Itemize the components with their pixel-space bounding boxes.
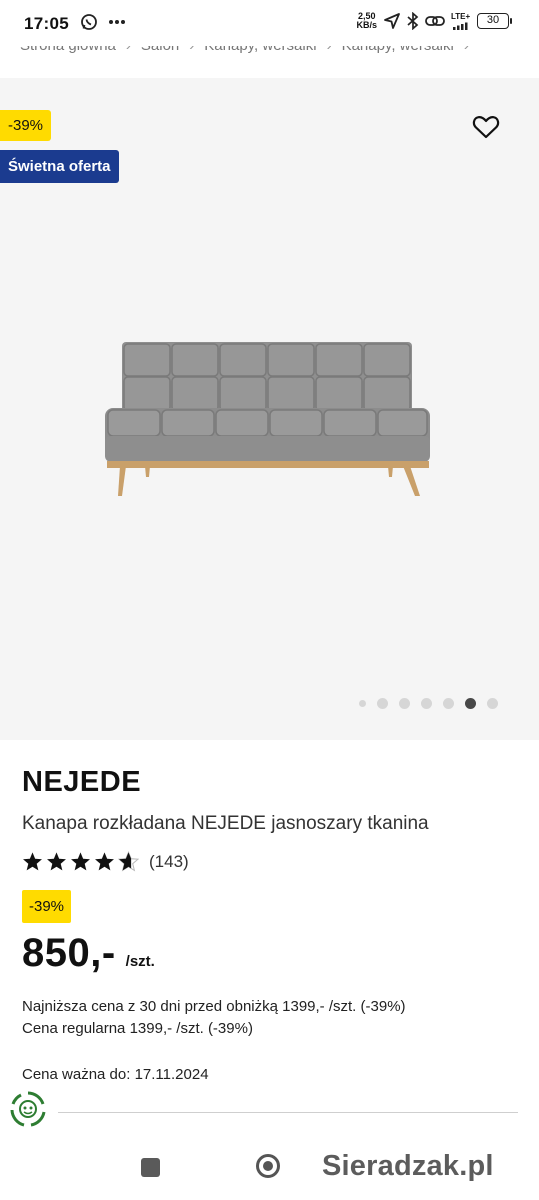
price-unit: /szt. — [125, 953, 155, 970]
watermark: Sieradzak.pl — [322, 1150, 494, 1182]
status-time: 17:05 — [24, 14, 69, 33]
recycle-eco-icon — [10, 1091, 46, 1127]
net-speed-unit: KB/s — [356, 20, 377, 30]
pagination-dot[interactable] — [443, 698, 454, 709]
location-arrow-icon — [384, 13, 400, 29]
pagination-dot[interactable] — [359, 700, 366, 707]
bluetooth-icon — [407, 12, 419, 30]
rating-stars — [22, 851, 139, 872]
product-brand: NEJEDE — [22, 766, 142, 798]
battery-icon: 30 — [477, 13, 512, 29]
recent-apps-button[interactable] — [141, 1158, 160, 1177]
offer-badge: Świetna oferta — [0, 150, 119, 183]
pagination-dot[interactable] — [421, 698, 432, 709]
home-button[interactable] — [256, 1154, 280, 1178]
status-bar: 17:05 2,50 KB/s LTE+ 30 — [0, 0, 539, 46]
star-icon — [47, 852, 66, 871]
price-discount-badge: -39% — [22, 890, 72, 923]
status-right-icons: 2,50 KB/s LTE+ 30 — [356, 12, 512, 30]
more-dots-icon — [109, 20, 125, 24]
heart-icon[interactable] — [472, 114, 500, 140]
star-partial-icon — [118, 851, 139, 872]
product-price: 850,- — [22, 931, 116, 975]
system-nav-bar: Sieradzak.pl — [0, 1130, 539, 1200]
divider — [58, 1112, 518, 1113]
lowest-price-note: Najniższa cena z 30 dni przed obniżką 13… — [22, 998, 406, 1015]
link-icon — [425, 16, 445, 26]
price-row: 850,- /szt. — [22, 931, 522, 976]
gallery-pagination[interactable] — [359, 698, 498, 709]
product-rating[interactable]: (143) — [22, 851, 522, 872]
network-type: LTE+ — [451, 12, 471, 21]
star-icon — [23, 852, 42, 871]
star-icon — [71, 852, 90, 871]
product-info: NEJEDE Kanapa rozkładana NEJEDE jasnosza… — [22, 766, 522, 1083]
pagination-dot[interactable] — [377, 698, 388, 709]
discount-badge: -39% — [0, 110, 52, 141]
pagination-dot-active[interactable] — [465, 698, 476, 709]
regular-price-note: Cena regularna 1399,- /szt. (-39%) — [22, 1020, 253, 1037]
review-count[interactable]: (143) — [149, 852, 189, 872]
price-notes: Najniższa cena z 30 dni przed obniżką 13… — [22, 996, 522, 1040]
pagination-dot[interactable] — [487, 698, 498, 709]
whatsapp-icon — [81, 14, 97, 30]
star-icon — [95, 852, 114, 871]
price-valid-until: Cena ważna do: 17.11.2024 — [22, 1066, 209, 1083]
product-description: Kanapa rozkładana NEJEDE jasnoszary tkan… — [22, 813, 429, 834]
net-speed: 2,50 KB/s — [356, 12, 377, 30]
product-gallery[interactable]: -39% Świetna oferta — [0, 78, 539, 740]
product-image-sofa — [105, 342, 430, 496]
pagination-dot[interactable] — [399, 698, 410, 709]
network-indicator: LTE+ — [451, 12, 471, 30]
signal-icon — [453, 22, 468, 30]
status-left-icons — [80, 13, 126, 31]
